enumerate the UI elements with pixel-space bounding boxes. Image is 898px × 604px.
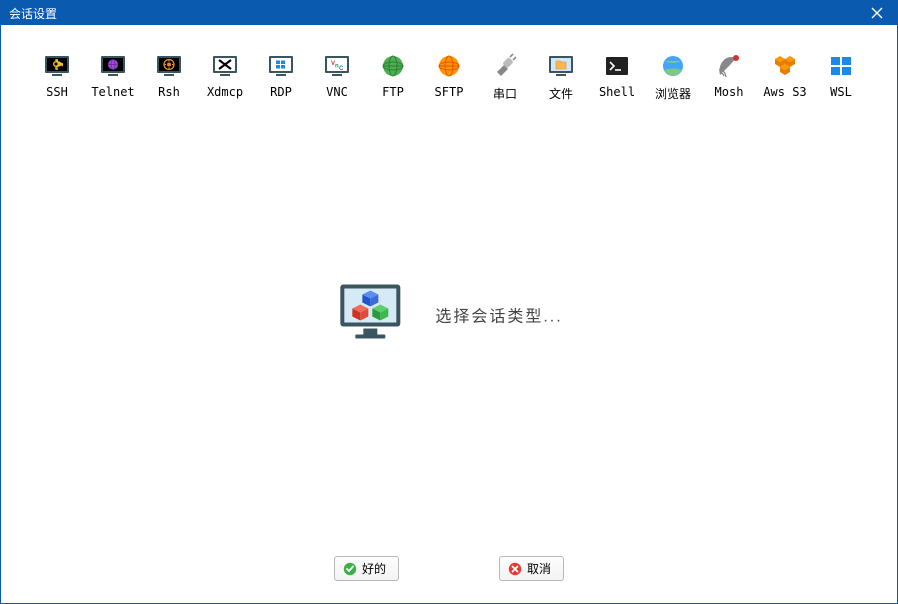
file-icon bbox=[548, 53, 574, 79]
session-monitor-icon bbox=[335, 277, 405, 352]
session-type-label: FTP bbox=[382, 85, 404, 99]
cancel-icon bbox=[508, 562, 522, 576]
session-type-browser[interactable]: 浏览器 bbox=[645, 49, 701, 106]
session-type-label: 串口 bbox=[493, 85, 517, 102]
session-type-label: Rsh bbox=[158, 85, 180, 99]
svg-text:n: n bbox=[335, 64, 339, 70]
session-type-mosh[interactable]: Mosh bbox=[701, 49, 757, 106]
session-type-wsl[interactable]: WSL bbox=[813, 49, 869, 106]
close-icon bbox=[871, 7, 883, 19]
session-type-label: Telnet bbox=[91, 85, 134, 99]
session-type-vnc[interactable]: VCn VNC bbox=[309, 49, 365, 106]
vnc-icon: VCn bbox=[324, 53, 350, 79]
ftp-icon bbox=[380, 53, 406, 79]
session-type-label: Xdmcp bbox=[207, 85, 243, 99]
session-type-telnet[interactable]: Telnet bbox=[85, 49, 141, 106]
title-bar: 会话设置 bbox=[1, 1, 897, 25]
session-type-ssh[interactable]: SSH bbox=[29, 49, 85, 106]
browser-icon bbox=[660, 53, 686, 79]
session-type-label: Shell bbox=[599, 85, 635, 99]
session-type-serial[interactable]: 串口 bbox=[477, 49, 533, 106]
session-type-label: SSH bbox=[46, 85, 68, 99]
session-type-label: 浏览器 bbox=[655, 85, 691, 102]
session-type-shell[interactable]: Shell bbox=[589, 49, 645, 106]
session-type-label: SFTP bbox=[435, 85, 464, 99]
window-title: 会话设置 bbox=[9, 5, 57, 22]
session-type-label: RDP bbox=[270, 85, 292, 99]
xdmcp-icon bbox=[212, 53, 238, 79]
session-type-xdmcp[interactable]: Xdmcp bbox=[197, 49, 253, 106]
rdp-icon bbox=[268, 53, 294, 79]
aws-s3-icon bbox=[772, 53, 798, 79]
session-type-toolbar: SSH Telnet Rsh Xdmcp RDP bbox=[1, 25, 897, 106]
ok-button[interactable]: 好的 bbox=[334, 556, 399, 581]
center-prompt-area: 选择会话类型... bbox=[335, 277, 562, 352]
ssh-icon bbox=[44, 53, 70, 79]
session-type-label: WSL bbox=[830, 85, 852, 99]
session-type-ftp[interactable]: FTP bbox=[365, 49, 421, 106]
telnet-icon bbox=[100, 53, 126, 79]
session-type-sftp[interactable]: SFTP bbox=[421, 49, 477, 106]
close-button[interactable] bbox=[857, 1, 897, 25]
session-type-label: 文件 bbox=[549, 85, 573, 102]
cancel-button-label: 取消 bbox=[527, 560, 551, 577]
serial-icon bbox=[492, 53, 518, 79]
session-type-label: Aws S3 bbox=[763, 85, 806, 99]
shell-icon bbox=[604, 53, 630, 79]
session-type-label: VNC bbox=[326, 85, 348, 99]
session-type-rsh[interactable]: Rsh bbox=[141, 49, 197, 106]
rsh-icon bbox=[156, 53, 182, 79]
dialog-buttons: 好的 取消 bbox=[1, 556, 897, 581]
cancel-button[interactable]: 取消 bbox=[499, 556, 564, 581]
session-type-label: Mosh bbox=[715, 85, 744, 99]
session-type-file[interactable]: 文件 bbox=[533, 49, 589, 106]
content-area: SSH Telnet Rsh Xdmcp RDP bbox=[1, 25, 897, 603]
mosh-icon bbox=[716, 53, 742, 79]
select-session-prompt: 选择会话类型... bbox=[435, 302, 562, 326]
svg-text:C: C bbox=[339, 66, 344, 72]
wsl-icon bbox=[828, 53, 854, 79]
session-type-awss3[interactable]: Aws S3 bbox=[757, 49, 813, 106]
ok-icon bbox=[343, 562, 357, 576]
sftp-icon bbox=[436, 53, 462, 79]
session-type-rdp[interactable]: RDP bbox=[253, 49, 309, 106]
ok-button-label: 好的 bbox=[362, 560, 386, 577]
